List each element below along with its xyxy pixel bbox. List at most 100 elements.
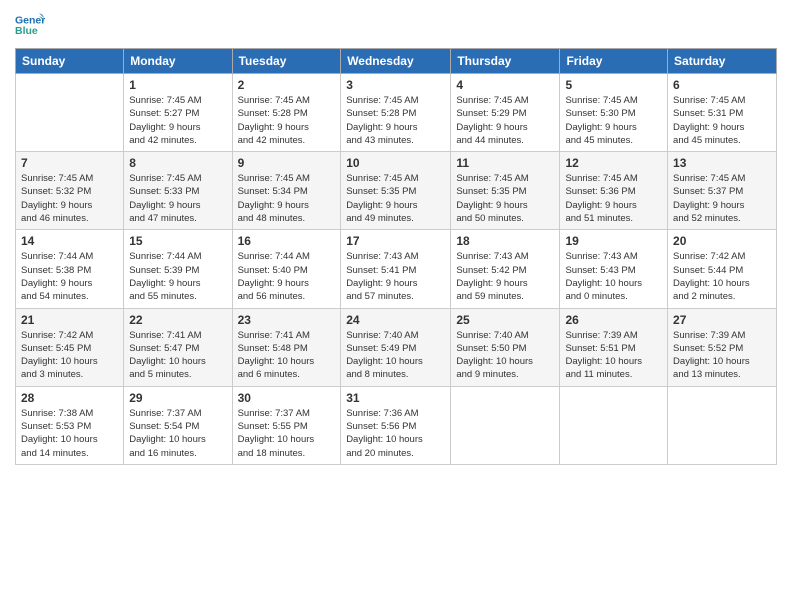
page: General Blue SundayMondayTuesdayWednesda… [0,0,792,612]
day-number: 20 [673,234,771,248]
day-number: 30 [238,391,336,405]
day-number: 5 [565,78,662,92]
day-info: Sunrise: 7:42 AMSunset: 5:44 PMDaylight:… [673,250,771,303]
week-row-2: 7 Sunrise: 7:45 AMSunset: 5:32 PMDaylight… [16,152,777,230]
day-number: 31 [346,391,445,405]
day-cell: 5 Sunrise: 7:45 AMSunset: 5:30 PMDaylight… [560,74,668,152]
day-cell: 7 Sunrise: 7:45 AMSunset: 5:32 PMDaylight… [16,152,124,230]
day-info: Sunrise: 7:45 AMSunset: 5:28 PMDaylight:… [346,94,445,147]
day-cell: 25 Sunrise: 7:40 AMSunset: 5:50 PMDayligh… [451,308,560,386]
day-cell: 14Sunrise: 7:44 AMSunset: 5:38 PMDayligh… [16,230,124,308]
day-cell: 11Sunrise: 7:45 AMSunset: 5:35 PMDayligh… [451,152,560,230]
day-info: Sunrise: 7:45 AMSunset: 5:31 PMDaylight:… [673,94,771,147]
day-cell: 28 Sunrise: 7:38 AMSunset: 5:53 PMDayligh… [16,386,124,464]
day-info: Sunrise: 7:39 AMSunset: 5:51 PMDaylight:… [565,329,662,382]
day-info: Sunrise: 7:41 AMSunset: 5:47 PMDaylight:… [129,329,226,382]
day-number: 13 [673,156,771,170]
day-cell: 4 Sunrise: 7:45 AMSunset: 5:29 PMDaylight… [451,74,560,152]
day-cell: 15 Sunrise: 7:44 AMSunset: 5:39 PMDayligh… [124,230,232,308]
day-info: Sunrise: 7:44 AMSunset: 5:40 PMDaylight:… [238,250,336,303]
day-number: 21 [21,313,118,327]
day-number: 28 [21,391,118,405]
day-cell: 27Sunrise: 7:39 AMSunset: 5:52 PMDayligh… [668,308,777,386]
day-number: 1 [129,78,226,92]
svg-text:Blue: Blue [15,25,38,37]
day-info: Sunrise: 7:45 AMSunset: 5:32 PMDaylight:… [21,172,118,225]
col-header-saturday: Saturday [668,49,777,74]
day-number: 7 [21,156,118,170]
day-info: Sunrise: 7:45 AMSunset: 5:33 PMDaylight:… [129,172,226,225]
day-cell: 12 Sunrise: 7:45 AMSunset: 5:36 PMDayligh… [560,152,668,230]
day-cell: 13 Sunrise: 7:45 AMSunset: 5:37 PMDayligh… [668,152,777,230]
day-cell: 10Sunrise: 7:45 AMSunset: 5:35 PMDayligh… [341,152,451,230]
day-info: Sunrise: 7:45 AMSunset: 5:35 PMDaylight:… [346,172,445,225]
day-cell: 31 Sunrise: 7:36 AMSunset: 5:56 PMDayligh… [341,386,451,464]
day-cell: 24Sunrise: 7:40 AMSunset: 5:49 PMDayligh… [341,308,451,386]
day-cell: 19 Sunrise: 7:43 AMSunset: 5:43 PMDayligh… [560,230,668,308]
day-info: Sunrise: 7:45 AMSunset: 5:36 PMDaylight:… [565,172,662,225]
day-number: 19 [565,234,662,248]
col-header-sunday: Sunday [16,49,124,74]
day-cell [668,386,777,464]
day-info: Sunrise: 7:41 AMSunset: 5:48 PMDaylight:… [238,329,336,382]
day-info: Sunrise: 7:37 AMSunset: 5:55 PMDaylight:… [238,407,336,460]
week-row-1: 1 Sunrise: 7:45 AMSunset: 5:27 PMDaylight… [16,74,777,152]
day-info: Sunrise: 7:40 AMSunset: 5:49 PMDaylight:… [346,329,445,382]
day-cell: 6 Sunrise: 7:45 AMSunset: 5:31 PMDaylight… [668,74,777,152]
calendar: SundayMondayTuesdayWednesdayThursdayFrid… [15,48,777,465]
day-info: Sunrise: 7:43 AMSunset: 5:42 PMDaylight:… [456,250,554,303]
day-number: 12 [565,156,662,170]
logo: General Blue [15,10,53,40]
day-cell [451,386,560,464]
day-info: Sunrise: 7:45 AMSunset: 5:30 PMDaylight:… [565,94,662,147]
day-number: 9 [238,156,336,170]
day-info: Sunrise: 7:45 AMSunset: 5:34 PMDaylight:… [238,172,336,225]
day-info: Sunrise: 7:42 AMSunset: 5:45 PMDaylight:… [21,329,118,382]
day-number: 4 [456,78,554,92]
day-cell: 16 Sunrise: 7:44 AMSunset: 5:40 PMDayligh… [232,230,341,308]
day-info: Sunrise: 7:36 AMSunset: 5:56 PMDaylight:… [346,407,445,460]
day-number: 23 [238,313,336,327]
week-row-5: 28 Sunrise: 7:38 AMSunset: 5:53 PMDayligh… [16,386,777,464]
day-cell: 17Sunrise: 7:43 AMSunset: 5:41 PMDayligh… [341,230,451,308]
day-number: 22 [129,313,226,327]
day-info: Sunrise: 7:37 AMSunset: 5:54 PMDaylight:… [129,407,226,460]
day-number: 8 [129,156,226,170]
col-header-monday: Monday [124,49,232,74]
day-info: Sunrise: 7:43 AMSunset: 5:43 PMDaylight:… [565,250,662,303]
day-number: 26 [565,313,662,327]
day-number: 2 [238,78,336,92]
week-row-4: 21 Sunrise: 7:42 AMSunset: 5:45 PMDayligh… [16,308,777,386]
day-info: Sunrise: 7:44 AMSunset: 5:39 PMDaylight:… [129,250,226,303]
day-number: 29 [129,391,226,405]
day-cell: 9 Sunrise: 7:45 AMSunset: 5:34 PMDaylight… [232,152,341,230]
day-number: 6 [673,78,771,92]
col-header-tuesday: Tuesday [232,49,341,74]
day-info: Sunrise: 7:44 AMSunset: 5:38 PMDaylight:… [21,250,118,303]
day-cell [560,386,668,464]
day-cell: 1 Sunrise: 7:45 AMSunset: 5:27 PMDaylight… [124,74,232,152]
day-info: Sunrise: 7:38 AMSunset: 5:53 PMDaylight:… [21,407,118,460]
header-row: SundayMondayTuesdayWednesdayThursdayFrid… [16,49,777,74]
day-number: 11 [456,156,554,170]
day-number: 15 [129,234,226,248]
day-info: Sunrise: 7:45 AMSunset: 5:37 PMDaylight:… [673,172,771,225]
day-info: Sunrise: 7:39 AMSunset: 5:52 PMDaylight:… [673,329,771,382]
day-info: Sunrise: 7:43 AMSunset: 5:41 PMDaylight:… [346,250,445,303]
day-cell: 29 Sunrise: 7:37 AMSunset: 5:54 PMDayligh… [124,386,232,464]
logo-icon: General Blue [15,10,45,40]
day-number: 25 [456,313,554,327]
week-row-3: 14Sunrise: 7:44 AMSunset: 5:38 PMDayligh… [16,230,777,308]
day-cell: 21 Sunrise: 7:42 AMSunset: 5:45 PMDayligh… [16,308,124,386]
day-cell: 22 Sunrise: 7:41 AMSunset: 5:47 PMDayligh… [124,308,232,386]
day-cell: 20 Sunrise: 7:42 AMSunset: 5:44 PMDayligh… [668,230,777,308]
day-info: Sunrise: 7:45 AMSunset: 5:28 PMDaylight:… [238,94,336,147]
day-info: Sunrise: 7:45 AMSunset: 5:29 PMDaylight:… [456,94,554,147]
day-cell [16,74,124,152]
day-cell: 26 Sunrise: 7:39 AMSunset: 5:51 PMDayligh… [560,308,668,386]
day-cell: 2 Sunrise: 7:45 AMSunset: 5:28 PMDaylight… [232,74,341,152]
col-header-wednesday: Wednesday [341,49,451,74]
day-info: Sunrise: 7:45 AMSunset: 5:27 PMDaylight:… [129,94,226,147]
day-number: 16 [238,234,336,248]
day-info: Sunrise: 7:40 AMSunset: 5:50 PMDaylight:… [456,329,554,382]
